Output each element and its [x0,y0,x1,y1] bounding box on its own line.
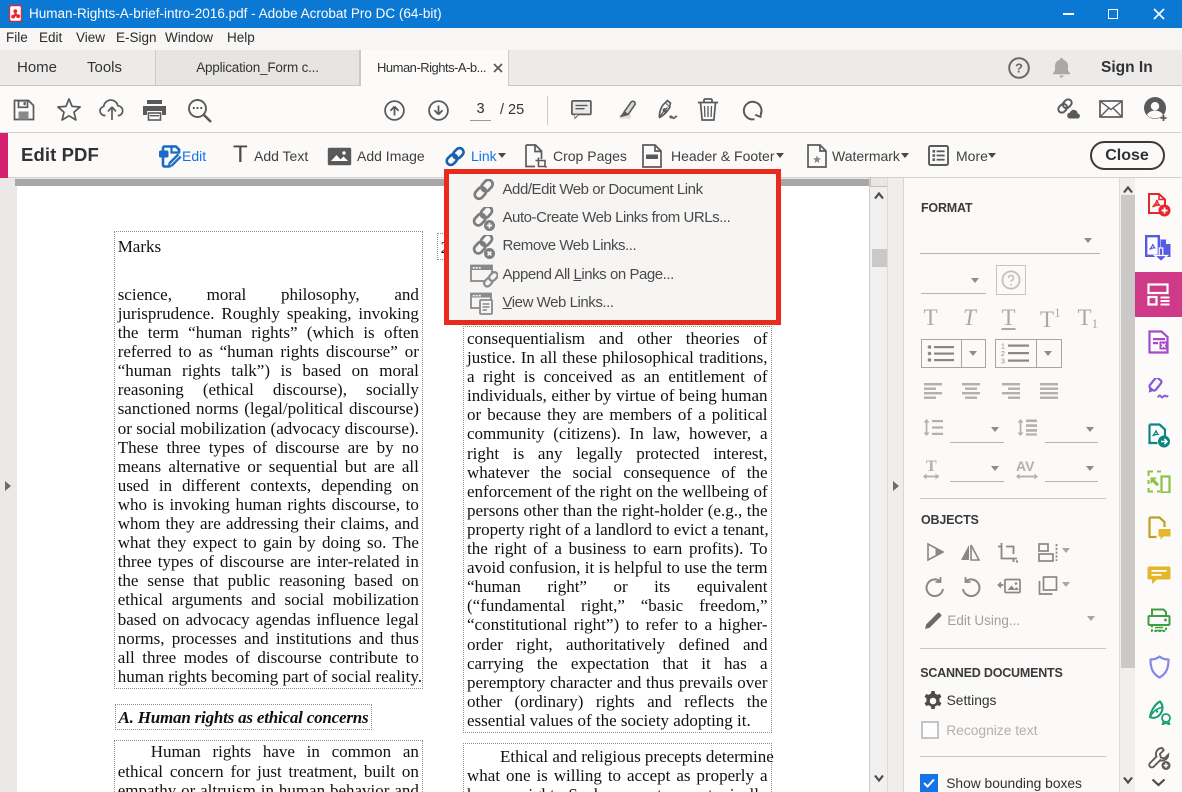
svg-text:3: 3 [1001,359,1005,366]
svg-text:2: 2 [1001,351,1005,358]
svg-text:1: 1 [1001,344,1005,351]
svg-text:?: ? [1015,61,1023,76]
svg-text:T: T [926,459,937,475]
svg-text:AV: AV [1016,459,1035,474]
